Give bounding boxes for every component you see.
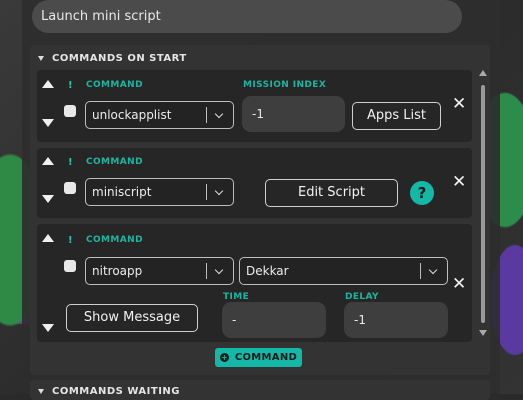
enable-checkbox[interactable] <box>64 182 76 194</box>
plus-icon: + <box>219 353 229 362</box>
warning-icon: ! <box>68 235 73 246</box>
help-icon[interactable]: ? <box>410 181 434 205</box>
command-select[interactable]: unlockapplist <box>85 101 234 129</box>
select-divider <box>206 107 207 123</box>
command-select[interactable]: miniscript <box>85 178 234 206</box>
select-divider <box>206 263 207 279</box>
apps-list-button[interactable]: Apps List <box>352 102 441 130</box>
delay-label: DELAY <box>345 292 379 302</box>
close-icon[interactable]: ✕ <box>452 174 466 191</box>
target-select[interactable]: Dekkar <box>239 257 448 285</box>
command-select[interactable]: nitroapp <box>85 257 234 285</box>
section-title: COMMANDS WAITING <box>52 386 180 397</box>
target-value: Dekkar <box>246 264 289 278</box>
mission-index-value: -1 <box>252 107 264 121</box>
command-value: miniscript <box>92 185 152 199</box>
edit-script-button[interactable]: Edit Script <box>265 179 398 207</box>
collapse-triangle-icon[interactable] <box>38 389 44 394</box>
warning-icon: ! <box>68 157 73 168</box>
scroll-up-icon[interactable] <box>479 70 487 76</box>
scroll-down-icon[interactable] <box>479 330 487 336</box>
add-command-label: COMMAND <box>234 352 298 363</box>
move-up-icon[interactable] <box>42 234 54 242</box>
enable-checkbox[interactable] <box>64 260 76 272</box>
enable-checkbox[interactable] <box>64 105 76 117</box>
add-command-button[interactable]: + COMMAND <box>215 348 302 367</box>
select-divider <box>420 263 421 279</box>
delay-value: -1 <box>354 313 366 327</box>
time-input[interactable]: - <box>222 302 326 338</box>
scrollbar-thumb[interactable] <box>481 85 485 323</box>
close-icon[interactable]: ✕ <box>452 96 466 113</box>
move-down-icon[interactable] <box>42 324 54 332</box>
mission-index-input[interactable]: -1 <box>242 96 345 132</box>
chevron-down-icon <box>428 265 438 275</box>
collapse-triangle-icon[interactable] <box>38 55 44 61</box>
command-label: COMMAND <box>86 235 143 245</box>
chevron-down-icon <box>214 186 224 196</box>
command-value: nitroapp <box>92 264 143 278</box>
select-divider <box>206 184 207 200</box>
delay-input[interactable]: -1 <box>344 302 448 338</box>
command-label: COMMAND <box>86 80 143 90</box>
move-down-icon[interactable] <box>42 195 54 203</box>
section-title: COMMANDS ON START <box>52 52 187 64</box>
warning-icon: ! <box>68 80 73 91</box>
commands-on-start-header[interactable]: COMMANDS ON START <box>38 50 187 66</box>
close-icon[interactable]: ✕ <box>452 276 466 293</box>
move-down-icon[interactable] <box>42 119 54 127</box>
command-label: COMMAND <box>86 157 143 167</box>
move-up-icon[interactable] <box>42 157 54 165</box>
command-value: unlockapplist <box>92 108 172 122</box>
script-name-input[interactable]: Launch mini script <box>32 0 462 33</box>
chevron-down-icon <box>214 265 224 275</box>
commands-waiting-header[interactable]: COMMANDS WAITING <box>38 386 180 397</box>
show-message-button[interactable]: Show Message <box>66 304 198 332</box>
mission-index-label: MISSION INDEX <box>243 80 327 90</box>
time-value: - <box>232 313 237 327</box>
time-label: TIME <box>223 292 250 302</box>
chevron-down-icon <box>214 109 224 119</box>
move-up-icon[interactable] <box>42 80 54 88</box>
